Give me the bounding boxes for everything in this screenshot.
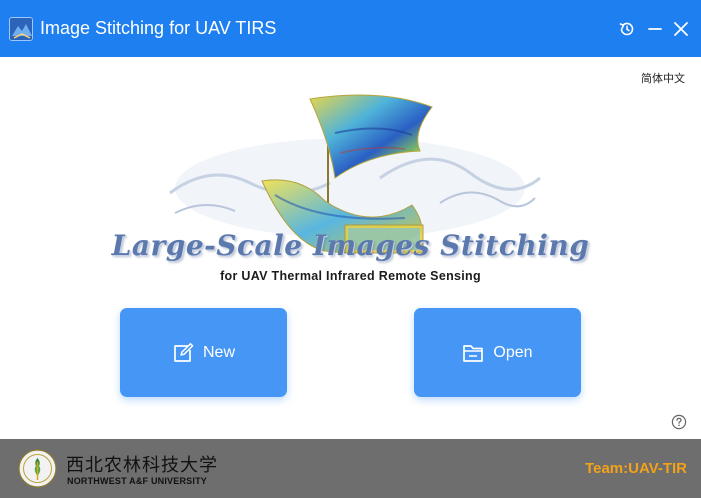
team-label: Team:UAV-TIR <box>585 460 687 477</box>
app-subheadline: for UAV Thermal Infrared Remote Sensing <box>220 269 481 283</box>
new-button-label: New <box>202 343 235 361</box>
university-logo <box>18 449 57 488</box>
minimize-icon[interactable] <box>645 19 665 39</box>
language-switch-link[interactable]: 简体中文 <box>641 70 685 86</box>
help-circle-icon[interactable] <box>671 414 687 430</box>
edit-square-icon <box>174 342 194 362</box>
app-headline: Large-Scale Images Stitching <box>111 229 590 262</box>
title-bar: Image Stitching for UAV TIRS <box>0 0 701 57</box>
new-project-button[interactable]: New <box>120 308 287 397</box>
open-button-label: Open <box>493 343 533 361</box>
university-name-cn: 西北农林科技大学 <box>66 455 218 476</box>
window-title: Image Stitching for UAV TIRS <box>40 18 277 38</box>
main-panel: 简体中文 Large-Scale Images Stitching for UA… <box>0 57 701 439</box>
open-project-button[interactable]: Open <box>414 308 581 397</box>
app-icon <box>9 17 33 41</box>
university-name-en: NORTHWEST A&F UNIVERSITY <box>67 476 207 486</box>
history-clock-icon[interactable] <box>617 19 637 39</box>
close-icon[interactable] <box>671 19 691 39</box>
footer-bar: 西北农林科技大学 NORTHWEST A&F UNIVERSITY Team:U… <box>0 439 701 498</box>
folder-icon <box>463 344 484 362</box>
